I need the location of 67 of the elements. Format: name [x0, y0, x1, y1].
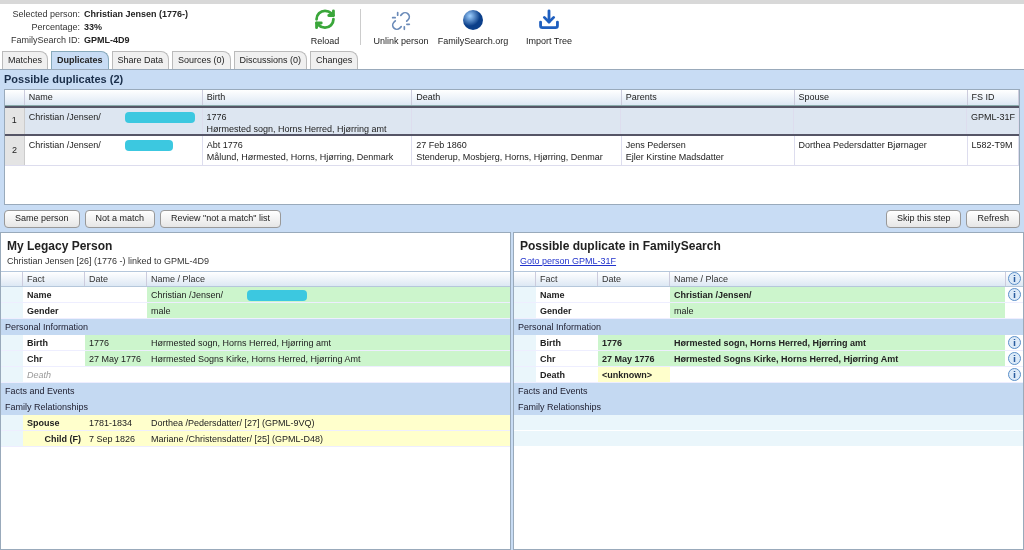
duplicate-row[interactable]	[5, 136, 1019, 166]
action-button[interactable]: Skip this step	[885, 209, 962, 228]
column-header: Fact	[536, 271, 598, 286]
cell-text: Målund, Hørmested, Horns, Hjørring, Denmark	[206, 151, 394, 163]
column-header: Birth	[202, 90, 413, 105]
tab[interactable]: Share Data	[111, 51, 170, 69]
column-header: Spouse	[794, 90, 968, 105]
linked-person-text: Christian Jensen [26] (1776 -) linked to GPML-4D9	[7, 255, 210, 268]
tab[interactable]: Changes	[310, 51, 359, 69]
tab[interactable]: Matches	[2, 51, 48, 69]
toolbar-button[interactable]: Unlink person	[365, 8, 437, 48]
panel-title: Possible duplicate in FamilySearch	[520, 238, 722, 255]
cell-text: Christian /Jensen/	[28, 139, 101, 151]
info-icon	[1007, 351, 1021, 365]
column-header: Parents	[621, 90, 795, 105]
tab[interactable]: Duplicates	[51, 51, 109, 69]
column-header: Date	[85, 271, 147, 286]
reload-icon	[313, 8, 337, 31]
column-header: Name	[24, 90, 203, 105]
info-icon	[1008, 272, 1021, 285]
globe-icon	[462, 8, 484, 31]
cell-text: Dorthea Pedersdatter Bjørnager	[798, 139, 927, 151]
tab[interactable]: Discussions (0)	[233, 51, 308, 69]
cell-text: L582-T9M	[971, 139, 1013, 151]
panel-title: My Legacy Person	[7, 238, 114, 255]
row-number: 1	[5, 108, 25, 134]
duplicate-row[interactable]: 1 Christian /Jensen/ 1776 Hørmested sogn, Horns Herred, Hjørring amt GPML-31F	[5, 106, 1019, 136]
column-header: Name / Place	[150, 272, 207, 286]
cell-text: Christian /Jensen/	[28, 111, 101, 123]
cell-text: Abt 1776	[206, 139, 243, 151]
tab[interactable]: Sources (0)	[172, 51, 231, 69]
redaction-mark	[247, 289, 308, 301]
summary-value: 33%	[84, 20, 102, 34]
info-icon	[1007, 335, 1021, 349]
column-header: Fact	[23, 271, 85, 286]
action-button[interactable]: Same person	[4, 209, 80, 228]
import-icon	[537, 8, 561, 31]
row-number: 2	[5, 136, 25, 165]
cell-text: 27 Feb 1860	[416, 139, 467, 151]
info-icon	[1007, 287, 1021, 301]
toolbar-button[interactable]: Reload	[300, 8, 350, 48]
cell-text: GPML-31F	[971, 111, 1015, 123]
summary-label: Selected person:	[11, 7, 81, 21]
cell-text: Ejler Kirstine Madsdatter	[625, 151, 724, 163]
goto-person-link[interactable]: Goto person GPML-31F	[520, 255, 617, 269]
cell-text: Hørmested sogn, Horns Herred, Hjørring amt	[206, 123, 387, 135]
toolbar-button[interactable]: Import Tree	[509, 8, 589, 48]
cell-text: 1776	[206, 111, 227, 123]
action-button[interactable]: Not a match	[84, 209, 156, 228]
summary-value: GPML-4D9	[84, 33, 130, 47]
action-button[interactable]: Refresh	[966, 209, 1020, 228]
summary-label: FamilySearch ID:	[9, 33, 81, 47]
broken-link-icon	[391, 10, 411, 31]
column-header: Death	[412, 90, 622, 105]
summary-label: Percentage:	[30, 20, 81, 34]
toolbar-button[interactable]: FamilySearch.org	[437, 8, 509, 48]
column-header: Date	[598, 271, 670, 286]
column-header: FS ID	[967, 90, 1019, 105]
action-button[interactable]: Review "not a match" list	[160, 209, 281, 228]
summary-value: Christian Jensen (1776-)	[84, 7, 189, 21]
info-icon	[1007, 367, 1021, 381]
redaction-mark	[124, 139, 173, 151]
cell-text: Stenderup, Mosbjerg, Horns, Hjørring, Denmar	[416, 151, 603, 163]
cell-text: Jens Pedersen	[625, 139, 686, 151]
section-title: Possible duplicates (2)	[3, 72, 125, 87]
column-header: Name / Place	[673, 272, 730, 286]
redaction-mark	[124, 111, 195, 123]
